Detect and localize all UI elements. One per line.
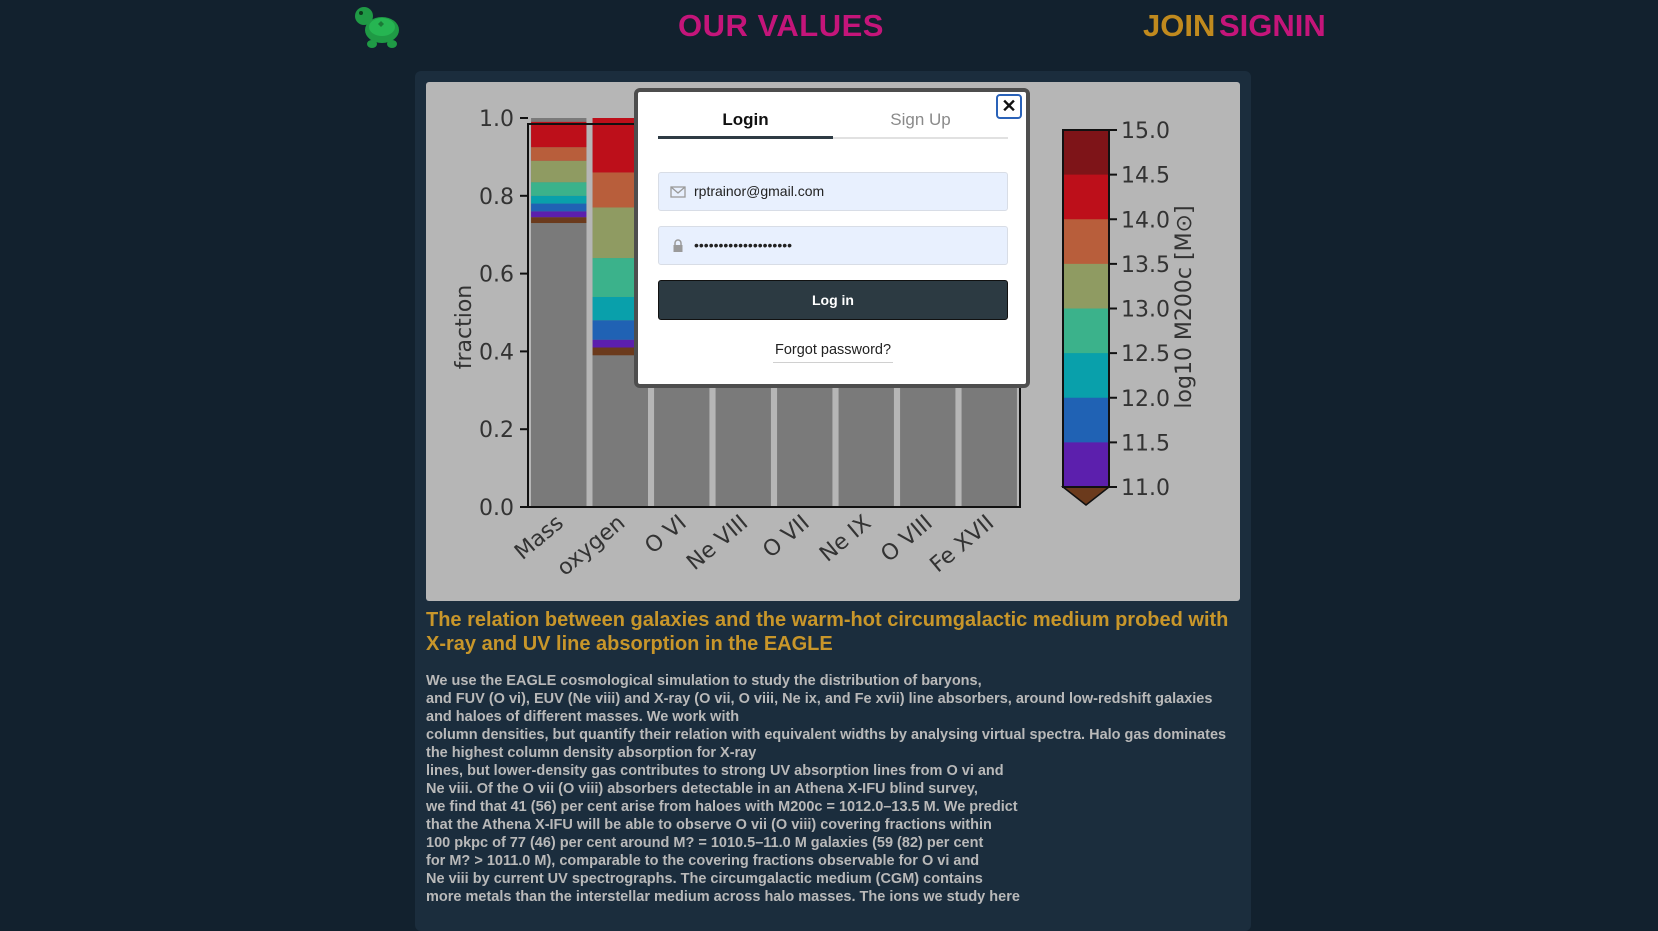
tab-signup[interactable]: Sign Up — [833, 110, 1008, 140]
article-title: The relation between galaxies and the wa… — [426, 609, 1229, 655]
nav-our-values-link[interactable]: OUR VALUES — [678, 8, 884, 44]
abstract-line: We use the EAGLE cosmological simulation… — [426, 673, 982, 689]
colorbar-label: log10 M200c [M⊙] — [1172, 205, 1197, 408]
nav-signin-link[interactable]: SIGNIN — [1219, 8, 1326, 44]
colorbar-extend — [1060, 486, 1112, 506]
envelope-icon — [670, 186, 686, 198]
y-tick-label: 0.4 — [479, 340, 514, 365]
colorbar-tick-label: 13.0 — [1121, 298, 1170, 323]
abstract-line: 100 pkpc of 77 (46) per cent around M? =… — [426, 835, 984, 851]
y-tick-label: 0.8 — [479, 185, 514, 210]
abstract-line: that the Athena X-IFU will be able to ob… — [426, 817, 992, 833]
bar-segment — [531, 182, 587, 196]
abstract-line: and FUV (O vi), EUV (Ne viii) and X-ray … — [426, 691, 1213, 725]
x-tick-label: O VI — [640, 510, 691, 559]
x-tick-label: Ne IX — [815, 510, 876, 567]
email-value: rptrainor@gmail.com — [694, 183, 825, 199]
colorbar-segment — [1063, 397, 1109, 443]
abstract-line: lines, but lower-density gas contributes… — [426, 763, 1004, 779]
colorbar-tick-label: 11.0 — [1121, 476, 1170, 501]
colorbar-segment — [1063, 219, 1109, 265]
abstract-line: column densities, but quantify their rel… — [426, 727, 1227, 761]
turtle-logo-icon[interactable] — [352, 2, 404, 50]
colorbar-tick-label: 15.0 — [1121, 119, 1170, 144]
abstract-line: we find that 41 (56) per cent arise from… — [426, 799, 1018, 815]
colorbar-segment — [1063, 174, 1109, 220]
x-tick-label: Fe XVII — [926, 510, 1000, 577]
y-tick-label: 0.0 — [479, 496, 514, 521]
forgot-password-link[interactable]: Forgot password? — [773, 342, 893, 363]
x-tick-label: oxygen — [553, 510, 631, 581]
bar-segment — [531, 203, 587, 212]
y-axis-label: fraction — [452, 285, 477, 370]
password-field[interactable]: •••••••••••••••••••• — [658, 226, 1008, 265]
x-tick-label: Ne VIII — [682, 510, 753, 575]
bar-segment — [531, 147, 587, 161]
abstract-line: more metals than the interstellar medium… — [426, 889, 1020, 905]
y-tick-label: 0.6 — [479, 263, 514, 288]
password-value: •••••••••••••••••••• — [694, 237, 793, 253]
abstract-line: Ne viii. Of the O vii (O viii) absorbers… — [426, 781, 978, 797]
bar-segment — [531, 195, 587, 204]
colorbar-tick-label: 12.0 — [1121, 387, 1170, 412]
article-abstract: We use the EAGLE cosmological simulation… — [426, 672, 1240, 906]
bar-segment — [531, 121, 587, 148]
y-tick-label: 0.2 — [479, 418, 514, 443]
abstract-line: for M? > 1011.0 M), comparable to the co… — [426, 853, 980, 869]
colorbar-segment — [1063, 130, 1109, 176]
colorbar-segment — [1063, 263, 1109, 309]
top-navigation: OUR VALUES JOIN SIGNIN — [0, 0, 1658, 60]
abstract-line: Ne viii by current UV spectrographs. The… — [426, 871, 983, 887]
colorbar-segment — [1063, 308, 1109, 354]
bar-segment — [531, 211, 587, 218]
colorbar-tick-label: 12.5 — [1121, 342, 1170, 367]
colorbar-tick-label: 14.5 — [1121, 164, 1170, 189]
tab-active-indicator — [658, 136, 833, 139]
y-tick-label: 1.0 — [479, 107, 514, 132]
lock-icon — [673, 239, 683, 252]
bar-segment — [531, 223, 587, 507]
colorbar-segment — [1063, 442, 1109, 488]
colorbar-tick-label: 11.5 — [1121, 431, 1170, 456]
login-button[interactable]: Log in — [658, 280, 1008, 320]
email-field[interactable]: rptrainor@gmail.com — [658, 172, 1008, 211]
colorbar-tick-label: 13.5 — [1121, 253, 1170, 278]
colorbar-segment — [1063, 353, 1109, 399]
bar-segment — [531, 217, 587, 224]
colorbar-tick-label: 14.0 — [1121, 208, 1170, 233]
bar-segment — [531, 160, 587, 183]
x-tick-label: O VII — [758, 510, 814, 563]
nav-join-link[interactable]: JOIN — [1143, 8, 1215, 44]
